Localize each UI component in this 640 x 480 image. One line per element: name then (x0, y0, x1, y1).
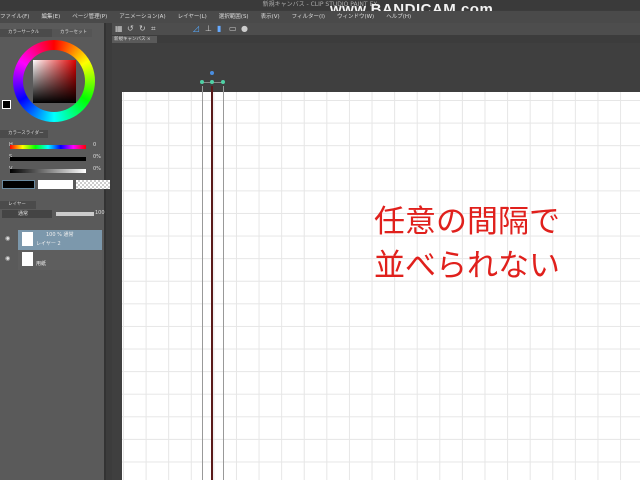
slider-h-value[interactable]: 0 (93, 142, 96, 148)
opacity-slider[interactable] (56, 212, 94, 216)
annotation-line-1: 任意の間隔で (374, 204, 560, 240)
ruler-snap-icon[interactable]: ⊥ (205, 25, 213, 33)
layer-row-selected[interactable]: 100 % 通常 レイヤー 2 (18, 230, 102, 250)
main-color-swatch[interactable] (2, 100, 11, 109)
ruler-icon[interactable]: ◿ (193, 25, 201, 33)
info-icon[interactable]: ● (241, 25, 249, 33)
ruler-handle-center[interactable] (210, 80, 214, 84)
eye-icon[interactable]: ◉ (5, 235, 10, 242)
menu-animation[interactable]: アニメーション(A) (119, 11, 165, 23)
tab-color-slider[interactable]: カラースライダー (0, 130, 48, 138)
command-bar: ▦ ↺ ↻ ⌗ ◿ ⊥ ▮ ▭ ● (112, 23, 640, 35)
layer-name: レイヤー 2 (36, 241, 61, 247)
tab-color-wheel[interactable]: カラーサークル (0, 29, 52, 37)
blend-mode-select[interactable]: 通常 (2, 210, 52, 218)
tab-color-set[interactable]: カラーセット (52, 29, 92, 37)
layer-name: 用紙 (36, 261, 47, 267)
saturation-slider[interactable] (10, 157, 86, 161)
color-square[interactable] (33, 60, 76, 103)
menu-window[interactable]: ウィンドウ(W) (337, 11, 374, 23)
document-tab[interactable]: 新規キャンバス × (112, 36, 157, 43)
rotate-right-icon[interactable]: ↻ (139, 25, 147, 33)
menu-filter[interactable]: フィルター(I) (292, 11, 325, 23)
slider-v-value[interactable]: 0% (93, 166, 101, 172)
grid-icon[interactable]: ▦ (115, 25, 123, 33)
transparent-swatch[interactable] (76, 180, 110, 189)
ruler-handle-left[interactable] (200, 80, 204, 84)
display-icon[interactable]: ▭ (229, 25, 237, 33)
menu-bar: ファイル(F) 編集(E) ページ管理(P) アニメーション(A) レイヤー(L… (0, 11, 640, 23)
eye-icon[interactable]: ◉ (5, 255, 10, 262)
layer-thumbnail (22, 232, 33, 246)
layer-thumbnail (22, 252, 33, 266)
opacity-value[interactable]: 100 (95, 210, 105, 216)
menu-view[interactable]: 表示(V) (261, 11, 280, 23)
menu-page[interactable]: ページ管理(P) (72, 11, 107, 23)
menu-file[interactable]: ファイル(F) (0, 11, 29, 23)
menu-selection[interactable]: 選択範囲(S) (219, 11, 249, 23)
slider-s-value[interactable]: 0% (93, 154, 101, 160)
window-title: 新規キャンバス - CLIP STUDIO PAINT EX (0, 0, 640, 10)
rotate-left-icon[interactable]: ↺ (127, 25, 135, 33)
parallel-ruler-line[interactable] (211, 86, 213, 480)
hue-slider[interactable] (10, 145, 86, 149)
annotation-line-2: 並べられない (374, 248, 560, 284)
menu-help[interactable]: ヘルプ(H) (386, 11, 411, 23)
background-swatch[interactable] (38, 180, 73, 189)
ruler-guide-left[interactable] (202, 86, 203, 480)
ruler-handle-right[interactable] (221, 80, 225, 84)
ruler-rotate-handle[interactable] (210, 71, 214, 75)
tab-layer[interactable]: レイヤー (0, 201, 36, 209)
annotation-text: 任意の間隔で 並べられない (374, 200, 560, 288)
menu-layer[interactable]: レイヤー(L) (178, 11, 207, 23)
value-slider[interactable] (10, 169, 86, 173)
menu-edit[interactable]: 編集(E) (41, 11, 60, 23)
foreground-swatch[interactable] (2, 180, 35, 189)
layer-info: 100 % 通常 (46, 232, 74, 238)
snap-icon[interactable]: ▮ (217, 25, 225, 33)
ruler-guide-right[interactable] (223, 86, 224, 480)
layer-row-paper[interactable]: 用紙 (18, 250, 102, 270)
transform-icon[interactable]: ⌗ (151, 25, 159, 33)
